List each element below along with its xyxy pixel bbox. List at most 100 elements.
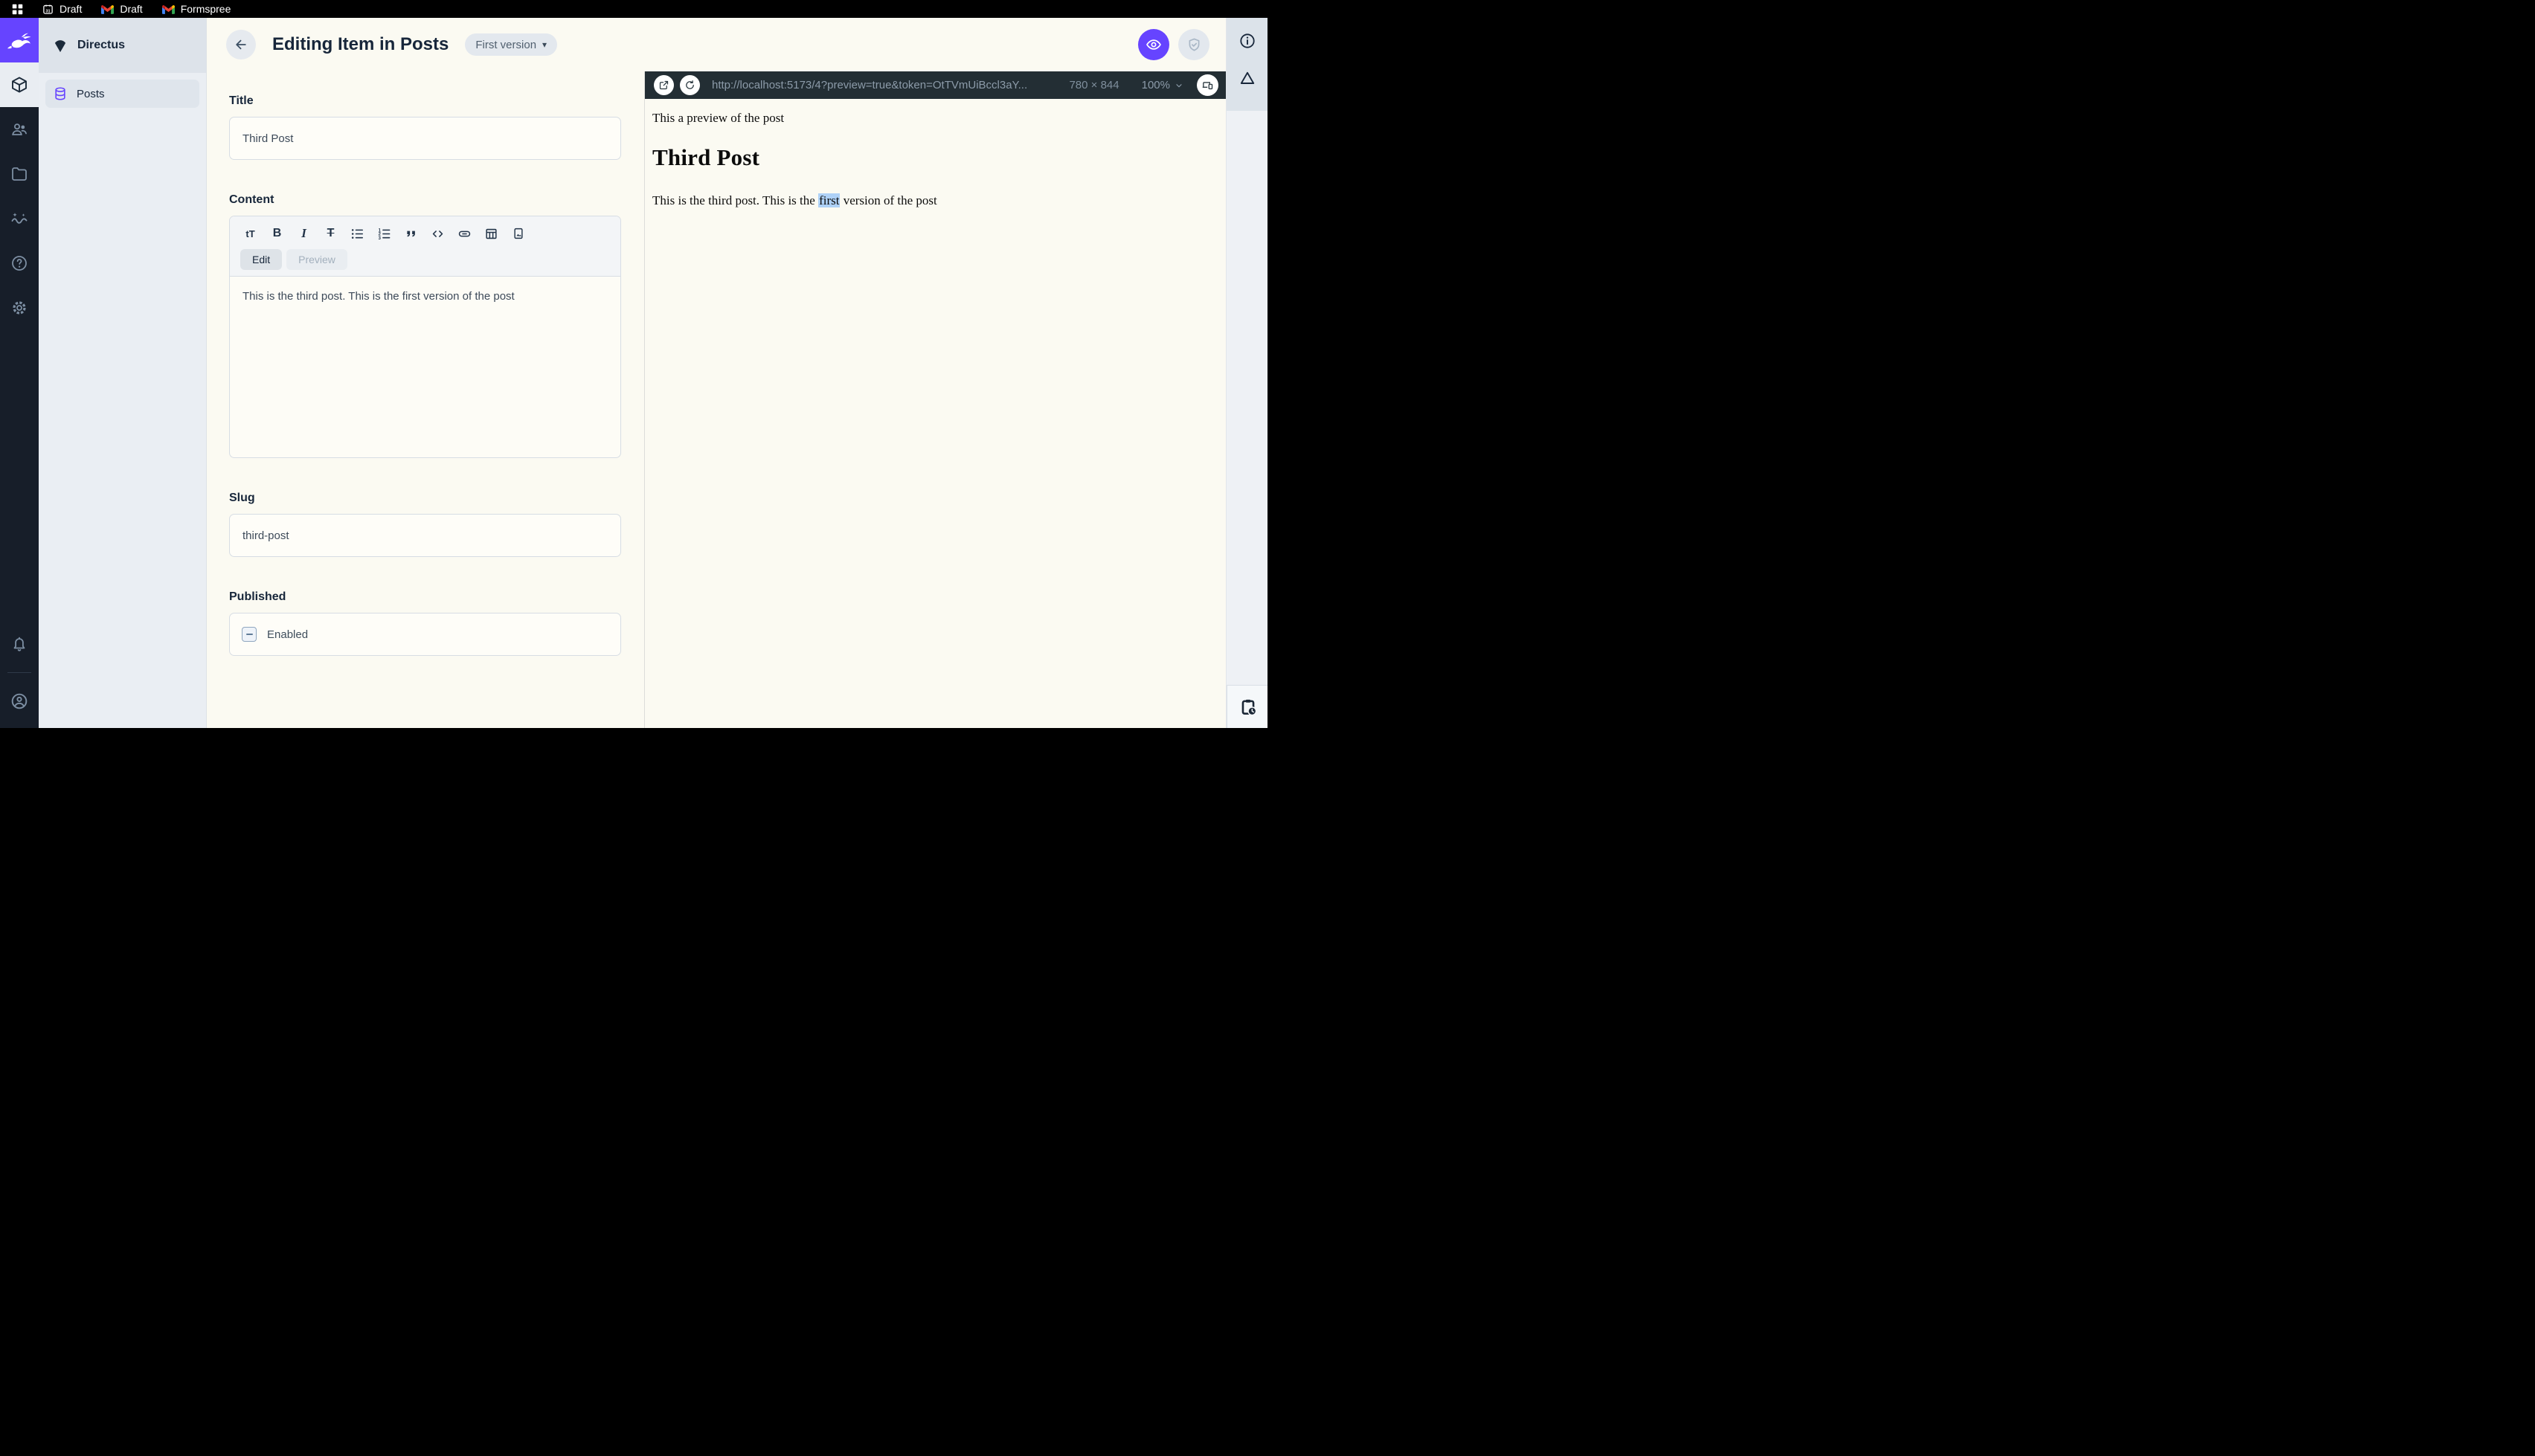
field-content: Content tT B I T 123 Edit Preview This i… [229,193,621,458]
markdown-editor: tT B I T 123 Edit Preview This is the th… [229,216,621,458]
module-help[interactable] [0,241,39,286]
preview-toolbar: http://localhost:5173/4?preview=true&tok… [645,71,1226,99]
version-label: First version [475,38,537,51]
module-content[interactable] [0,62,39,107]
info-sidebar-button[interactable] [1234,28,1261,54]
image-icon [512,227,525,240]
version-dropdown[interactable]: First version ▾ [465,33,558,56]
title-value: Third Post [242,132,294,145]
title-input[interactable]: Third Post [229,117,621,160]
project-header[interactable]: Directus [39,18,206,73]
module-bar-spacer [0,330,39,622]
info-icon [1238,32,1256,50]
preview-dimensions: 780 × 844 [1069,79,1119,91]
bell-icon [10,635,28,653]
bullet-list-button[interactable] [347,224,367,243]
project-logo-icon [52,38,68,53]
module-settings[interactable] [0,286,39,330]
folder-icon [10,165,28,183]
page-title: Editing Item in Posts [272,34,449,54]
notifications-button[interactable] [0,622,39,666]
browser-tab-formspree[interactable]: Formspree [161,3,231,15]
module-users[interactable] [0,107,39,152]
content-value: This is the third post. This is the firs… [242,290,515,303]
italic-button[interactable]: I [294,224,314,243]
item-edit-form: Title Third Post Content tT B I T 1 2 3 … [207,71,644,728]
code-icon [431,227,445,241]
code-button[interactable] [428,224,448,243]
page-header: Editing Item in Posts First version ▾ [207,18,1226,71]
directus-logo-button[interactable] [0,18,39,62]
warning-triangle-icon [1238,69,1256,87]
open-in-new-button[interactable] [654,75,674,95]
tab-label: Draft [60,3,83,15]
link-button[interactable] [454,224,475,243]
eye-icon [1146,36,1162,53]
image-button[interactable] [508,224,528,243]
app-grid-icon[interactable] [12,4,23,15]
help-icon [10,254,28,272]
text-size-button[interactable]: tT [240,224,260,243]
content-textarea[interactable]: This is the third post. This is the firs… [230,277,620,457]
refresh-button[interactable] [680,75,700,95]
sidebar-item-posts[interactable]: Posts [45,80,199,108]
checkbox-indeterminate-icon[interactable] [242,627,257,642]
blockquote-button[interactable] [401,224,421,243]
table-button[interactable] [481,224,501,243]
published-checkbox-label: Enabled [267,628,309,641]
bullet-list-icon [350,227,364,241]
markdown-toolbar: tT B I T 123 Edit Preview [230,216,620,277]
gear-icon [10,299,28,317]
table-icon [484,227,498,241]
gmail-icon [161,4,175,14]
slug-input[interactable]: third-post [229,514,621,557]
project-name: Directus [77,39,126,51]
text-size-icon: tT [245,228,255,239]
app-window: 31 Draft Draft Formspree Directus Posts … [0,0,1268,728]
preview-url[interactable]: http://localhost:5173/4?preview=true&tok… [712,79,1053,91]
highlighted-text: first [818,193,841,207]
zoom-dropdown[interactable]: 100% [1142,79,1183,91]
arrow-left-icon [234,37,248,52]
field-label: Slug [229,492,255,504]
live-preview-button[interactable] [1138,29,1169,60]
right-sidebar [1226,18,1268,728]
tab-label: Draft [120,3,143,15]
responsive-mode-button[interactable] [1197,74,1218,96]
database-icon [53,86,68,101]
ordered-list-button[interactable]: 123 [374,224,394,243]
navigation-panel: Directus Posts [39,18,207,728]
gmail-icon [101,4,115,14]
shield-check-icon [1186,37,1202,53]
back-button[interactable] [226,30,256,59]
tab-label: Formspree [180,3,231,15]
field-label: Title [229,94,254,107]
save-button[interactable] [1178,29,1209,60]
preview-post-heading: Third Post [652,144,760,170]
browser-tab-draft-2[interactable]: Draft [101,3,143,15]
changes-sidebar-button[interactable] [1234,65,1261,91]
sidebar-item-label: Posts [77,87,105,100]
module-insights[interactable] [0,196,39,241]
field-label: Content [229,193,274,206]
browser-tab-draft-1[interactable]: 31 Draft [42,3,82,15]
module-files[interactable] [0,152,39,196]
account-button[interactable] [0,679,39,724]
revisions-pending-button[interactable] [1227,685,1268,728]
bold-icon: B [272,227,282,239]
strikethrough-button[interactable]: T [321,224,341,243]
tab-edit[interactable]: Edit [240,249,283,270]
ordered-list-icon: 123 [377,227,391,241]
insights-icon [10,210,28,228]
tab-preview[interactable]: Preview [286,249,347,270]
bold-button[interactable]: B [267,224,287,243]
field-label: Published [229,590,286,603]
field-slug: Slug third-post [229,491,621,557]
open-in-new-icon [658,80,669,91]
published-toggle[interactable]: Enabled [229,613,621,656]
avatar-icon [10,692,29,711]
preview-post-body: This is the third post. This is the firs… [652,193,937,207]
content-cube-icon [10,76,28,94]
svg-text:31: 31 [45,9,50,13]
svg-text:3: 3 [379,236,382,240]
